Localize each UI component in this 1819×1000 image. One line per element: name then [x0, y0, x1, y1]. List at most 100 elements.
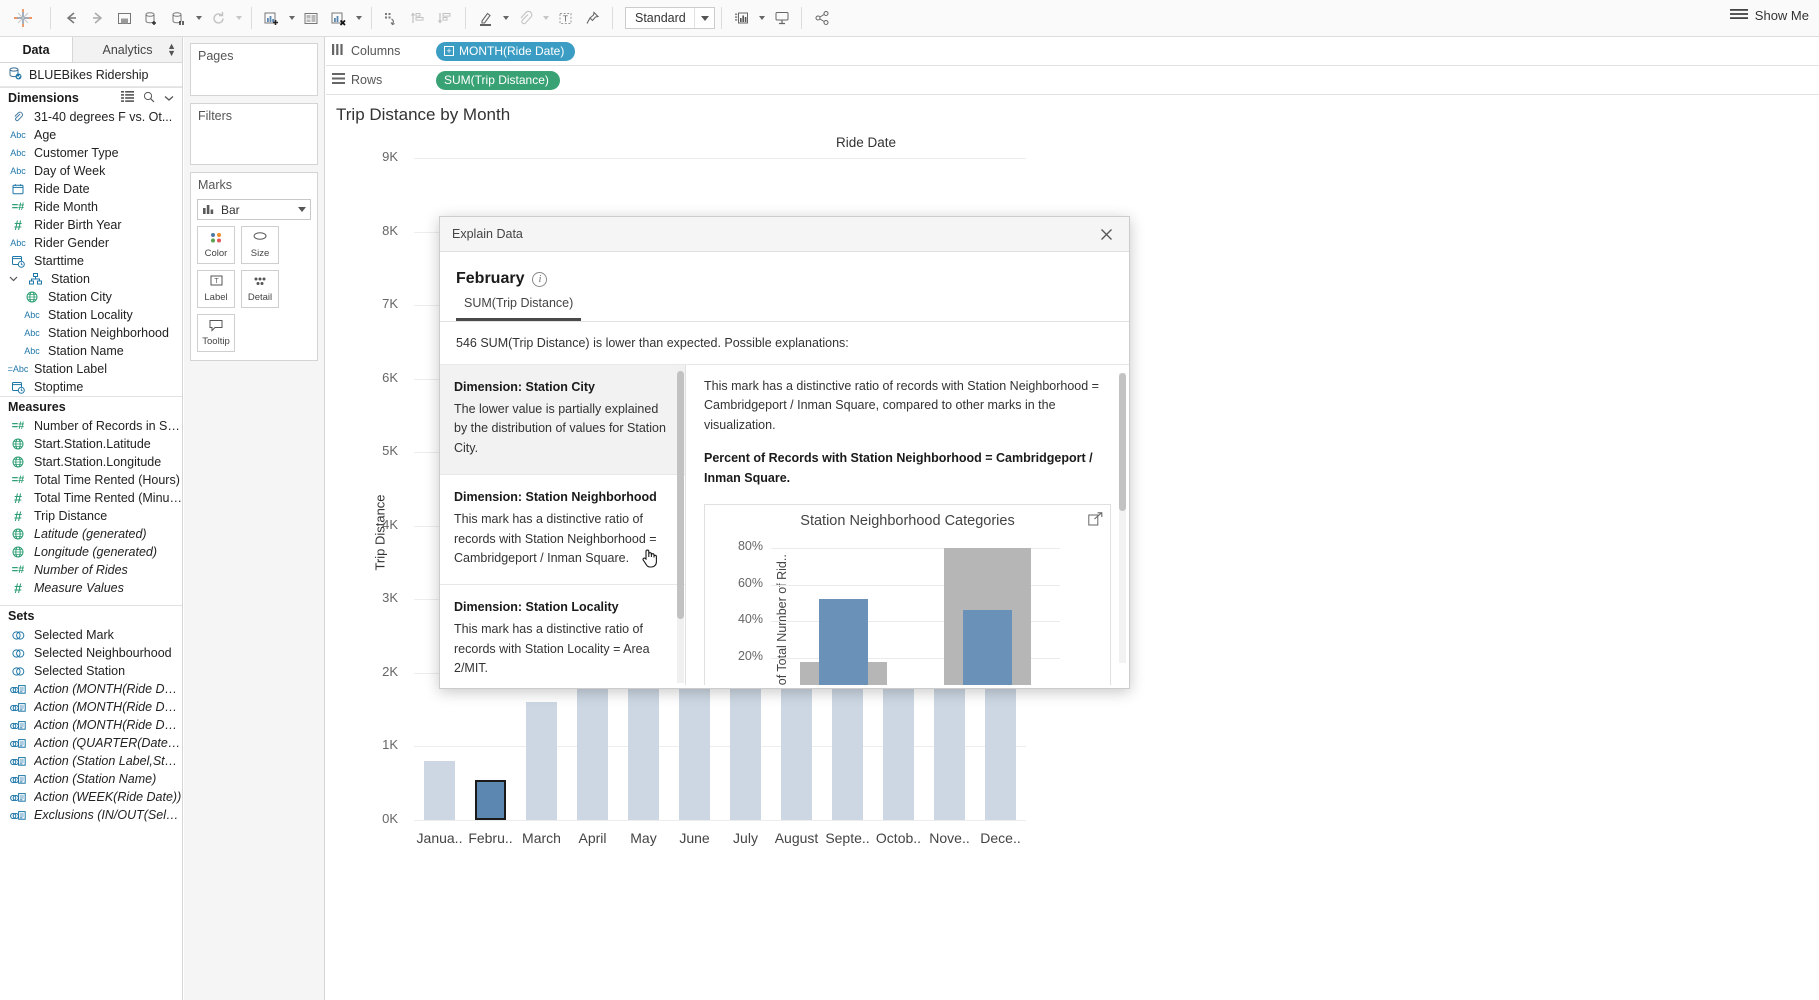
- database-plus-icon[interactable]: [138, 5, 165, 32]
- tab-analytics[interactable]: Analytics ▲▼: [72, 37, 182, 62]
- set-item[interactable]: Action (MONTH(Ride Dat...: [0, 716, 182, 734]
- swap-icon[interactable]: [378, 5, 405, 32]
- dimension-item[interactable]: AbcRider Gender: [0, 234, 182, 252]
- grid-view-icon[interactable]: [121, 91, 134, 105]
- bar-mark[interactable]: [475, 780, 507, 820]
- measure-item[interactable]: Longitude (generated): [0, 543, 182, 561]
- explanation-list-item[interactable]: Dimension: Station NeighborhoodThis mark…: [440, 475, 685, 585]
- dimension-item[interactable]: Station: [0, 270, 182, 288]
- chevron-down-icon[interactable]: [8, 276, 19, 282]
- pill-month-ride-date[interactable]: + MONTH(Ride Date): [436, 42, 575, 61]
- filters-shelf[interactable]: Filters: [190, 103, 318, 165]
- group-dropdown[interactable]: [539, 5, 552, 32]
- measure-item[interactable]: =#Total Time Rented (Hours): [0, 471, 182, 489]
- chart-clear-icon[interactable]: [325, 5, 352, 32]
- cards-dropdown[interactable]: [755, 5, 768, 32]
- dimension-item[interactable]: Ride Date: [0, 180, 182, 198]
- dimension-item[interactable]: =#Ride Month: [0, 198, 182, 216]
- set-item[interactable]: Action (WEEK(Ride Date)): [0, 788, 182, 806]
- tab-sum-trip-distance[interactable]: SUM(Trip Distance): [456, 296, 581, 321]
- set-item[interactable]: Action (MONTH(Ride Dat...: [0, 698, 182, 716]
- set-item[interactable]: Selected Station: [0, 662, 182, 680]
- highlighter-icon[interactable]: [472, 5, 499, 32]
- marks-color-button[interactable]: Color: [197, 226, 235, 264]
- bar-mark[interactable]: [424, 761, 456, 820]
- chevron-down-icon[interactable]: [164, 91, 174, 105]
- chevron-down-icon[interactable]: [298, 207, 306, 212]
- bar-mark[interactable]: [526, 702, 558, 820]
- set-item[interactable]: Selected Mark: [0, 626, 182, 644]
- sort-asc-icon[interactable]: [405, 5, 432, 32]
- search-icon[interactable]: [143, 91, 155, 106]
- set-item[interactable]: Action (MONTH(Ride Dat...: [0, 680, 182, 698]
- measure-item[interactable]: Start.Station.Longitude: [0, 453, 182, 471]
- share-icon[interactable]: [808, 5, 835, 32]
- measure-item[interactable]: Latitude (generated): [0, 525, 182, 543]
- dimension-item[interactable]: AbcStation Neighborhood: [0, 324, 182, 342]
- pages-shelf[interactable]: Pages: [190, 43, 318, 96]
- cards-icon[interactable]: [728, 5, 755, 32]
- measure-item[interactable]: =#Number of Rides: [0, 561, 182, 579]
- clear-sheet-dropdown[interactable]: [352, 5, 365, 32]
- dimension-item[interactable]: Starttime: [0, 252, 182, 270]
- dimension-item[interactable]: =AbcStation Label: [0, 360, 182, 378]
- rows-shelf[interactable]: Rows SUM(Trip Distance): [326, 66, 1819, 95]
- set-item[interactable]: Exclusions (IN/OUT(Selec...: [0, 806, 182, 824]
- measure-item[interactable]: =#Number of Records in Sel...: [0, 417, 182, 435]
- explanation-list-item[interactable]: Dimension: Station LocalityThis mark has…: [440, 585, 685, 685]
- explanation-list-item[interactable]: Dimension: Station CityThe lower value i…: [440, 365, 685, 475]
- save-icon[interactable]: [111, 5, 138, 32]
- dimension-item[interactable]: Station City: [0, 288, 182, 306]
- mini-bar-this-mark[interactable]: [963, 610, 1012, 685]
- presentation-icon[interactable]: [768, 5, 795, 32]
- dimension-item[interactable]: AbcDay of Week: [0, 162, 182, 180]
- dimension-item[interactable]: 31-40 degrees F vs. Ot...: [0, 108, 182, 126]
- explanation-list-scrollbar[interactable]: [677, 367, 684, 683]
- highlight-dropdown[interactable]: [499, 5, 512, 32]
- dashboard-icon[interactable]: [298, 5, 325, 32]
- set-item[interactable]: Action (QUARTER(Date)....: [0, 734, 182, 752]
- mini-bar-this-mark[interactable]: [819, 599, 868, 685]
- set-item[interactable]: Selected Neighbourhood: [0, 644, 182, 662]
- close-icon[interactable]: [1095, 223, 1117, 245]
- refresh-icon[interactable]: [205, 5, 232, 32]
- pill-sum-trip-distance[interactable]: SUM(Trip Distance): [436, 71, 560, 90]
- marks-detail-button[interactable]: Detail: [241, 270, 279, 308]
- dimension-item[interactable]: AbcStation Locality: [0, 306, 182, 324]
- forward-button[interactable]: [84, 5, 111, 32]
- set-item[interactable]: Action (Station Label,Stati...: [0, 752, 182, 770]
- explanation-detail-scrollbar[interactable]: [1119, 373, 1126, 663]
- marks-label-button[interactable]: T Label: [197, 270, 235, 308]
- back-button[interactable]: [57, 5, 84, 32]
- pushpin-icon[interactable]: [579, 5, 606, 32]
- marks-size-button[interactable]: Size: [241, 226, 279, 264]
- measure-item[interactable]: #Trip Distance: [0, 507, 182, 525]
- measure-item[interactable]: #Total Time Rented (Minute...: [0, 489, 182, 507]
- show-me-button[interactable]: Show Me: [1730, 8, 1809, 23]
- text-label-icon[interactable]: T: [552, 5, 579, 32]
- export-icon[interactable]: [1088, 512, 1103, 526]
- dimension-item[interactable]: AbcStation Name: [0, 342, 182, 360]
- new-worksheet-dropdown[interactable]: [285, 5, 298, 32]
- database-pause-icon[interactable]: [165, 5, 192, 32]
- set-item[interactable]: Action (Station Name): [0, 770, 182, 788]
- chevron-down-icon[interactable]: [694, 8, 714, 28]
- marks-type-select[interactable]: Bar: [197, 199, 311, 220]
- info-icon[interactable]: i: [532, 272, 547, 287]
- tab-data[interactable]: Data: [0, 37, 72, 62]
- measure-item[interactable]: #Measure Values: [0, 579, 182, 597]
- dimension-item[interactable]: AbcAge: [0, 126, 182, 144]
- dimension-item[interactable]: AbcCustomer Type: [0, 144, 182, 162]
- fit-select[interactable]: Standard: [625, 7, 715, 29]
- marks-tooltip-button[interactable]: Tooltip: [197, 314, 235, 352]
- refresh-dropdown[interactable]: [232, 5, 245, 32]
- chevron-updown-icon[interactable]: ▲▼: [167, 43, 176, 57]
- expand-pill-icon[interactable]: +: [444, 46, 454, 56]
- dimension-item[interactable]: Stoptime: [0, 378, 182, 396]
- paperclip-icon[interactable]: [512, 5, 539, 32]
- sort-desc-icon[interactable]: [432, 5, 459, 32]
- dimension-item[interactable]: #Rider Birth Year: [0, 216, 182, 234]
- measure-item[interactable]: Start.Station.Latitude: [0, 435, 182, 453]
- chart-plus-icon[interactable]: [258, 5, 285, 32]
- database-pause-dropdown[interactable]: [192, 5, 205, 32]
